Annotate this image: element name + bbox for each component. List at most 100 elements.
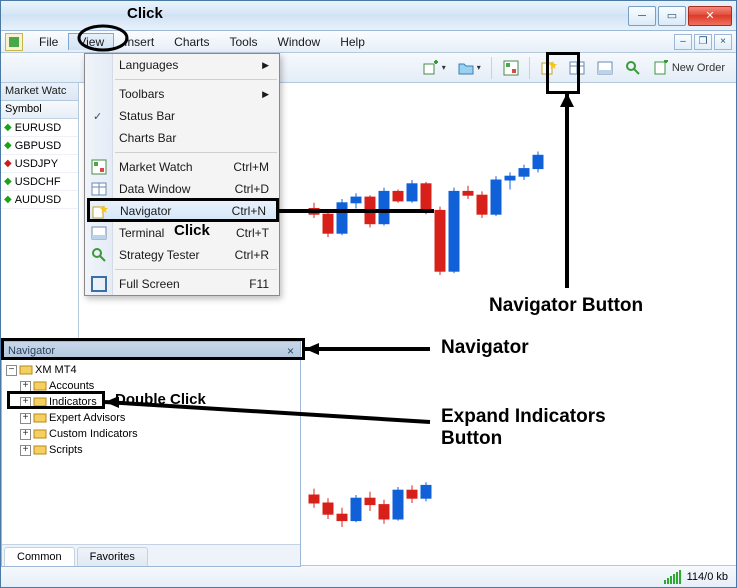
- tree-item-custom-indicators[interactable]: + Custom Indicators: [20, 426, 298, 442]
- submenu-arrow-icon: ▶: [262, 60, 279, 71]
- market-watch-row[interactable]: ◆USDJPY: [1, 155, 78, 173]
- menu-charts[interactable]: Charts: [164, 33, 219, 51]
- shortcut: Ctrl+R: [235, 248, 279, 262]
- menu-view[interactable]: View: [68, 33, 114, 50]
- market-watch-row[interactable]: ◆GBPUSD: [1, 137, 78, 155]
- tree-expand-button[interactable]: +: [20, 445, 31, 456]
- tbtn-strategy-tester[interactable]: [620, 57, 646, 79]
- tree-item-accounts[interactable]: + Accounts: [20, 378, 298, 394]
- view-strategy-tester[interactable]: Strategy Tester Ctrl+R: [85, 244, 279, 266]
- tree-expand-button[interactable]: +: [20, 429, 31, 440]
- tree-item-scripts[interactable]: + Scripts: [20, 442, 298, 458]
- folder-icon: [33, 379, 47, 393]
- close-button[interactable]: ✕: [688, 6, 732, 26]
- shortcut: Ctrl+D: [235, 182, 279, 196]
- shortcut: Ctrl+T: [236, 226, 279, 240]
- navigator-close-button[interactable]: ×: [287, 344, 294, 358]
- mdi-close[interactable]: ×: [714, 34, 732, 50]
- menu-help[interactable]: Help: [330, 33, 375, 51]
- tree-item-label: Expert Advisors: [49, 412, 125, 424]
- plus-chart-icon: [423, 60, 439, 76]
- view-terminal[interactable]: Terminal Ctrl+T: [85, 222, 279, 244]
- minimize-button[interactable]: ─: [628, 6, 656, 26]
- market-watch-row[interactable]: ◆EURUSD: [1, 119, 78, 137]
- status-bar: 114/0 kb: [1, 565, 736, 587]
- view-status-bar-label: Status Bar: [119, 109, 175, 123]
- tree-root[interactable]: − XM MT4: [6, 362, 298, 378]
- view-data-window[interactable]: Data Window Ctrl+D: [85, 178, 279, 200]
- view-terminal-label: Terminal: [119, 226, 164, 240]
- tbtn-navigator[interactable]: [536, 57, 562, 79]
- navigator-tree: − XM MT4 + Accounts + Indicators + Expert Adv…: [2, 360, 300, 544]
- titlebar: ─ ▭ ✕: [1, 1, 736, 31]
- tree-item-expert-advisors[interactable]: + Expert Advisors: [20, 410, 298, 426]
- tree-item-label: Indicators: [49, 396, 97, 408]
- tree-item-label: Custom Indicators: [49, 428, 138, 440]
- data-window-icon: [91, 181, 107, 197]
- view-languages-label: Languages: [119, 58, 178, 72]
- tree-item-indicators[interactable]: + Indicators: [20, 394, 298, 410]
- toolbar-separator: [491, 57, 493, 79]
- symbol-label: EURUSD: [15, 122, 61, 134]
- tbtn-data-window[interactable]: [564, 57, 590, 79]
- tbtn-new-chart[interactable]: ▾: [418, 57, 451, 79]
- tree-item-label: Scripts: [49, 444, 83, 456]
- tab-common[interactable]: Common: [4, 547, 75, 566]
- tbtn-profiles[interactable]: ▾: [453, 57, 486, 79]
- folder-icon: [33, 395, 47, 409]
- view-market-watch-label: Market Watch: [119, 160, 193, 174]
- tree-item-label: Accounts: [49, 380, 94, 392]
- folder-icon: [33, 427, 47, 441]
- connection-bars-icon: [664, 570, 681, 584]
- tree-expand-button[interactable]: +: [20, 413, 31, 424]
- view-toolbars[interactable]: Toolbars ▶: [85, 83, 279, 105]
- tree-collapse-button[interactable]: −: [6, 365, 17, 376]
- arrow-up-icon: ◆: [4, 194, 12, 205]
- arrow-up-icon: ◆: [4, 122, 12, 133]
- view-navigator[interactable]: Navigator Ctrl+N: [87, 200, 277, 222]
- menu-file[interactable]: File: [29, 33, 68, 51]
- tbtn-new-order[interactable]: New Order: [648, 57, 730, 79]
- toolbar-separator: [529, 57, 531, 79]
- mdi-restore[interactable]: ❐: [694, 34, 712, 50]
- view-full-screen[interactable]: Full Screen F11: [85, 273, 279, 295]
- market-watch-title: Market Watc: [1, 83, 78, 101]
- market-watch-row[interactable]: ◆USDCHF: [1, 173, 78, 191]
- menu-tools[interactable]: Tools: [220, 33, 268, 51]
- view-strategy-tester-label: Strategy Tester: [119, 248, 199, 262]
- view-navigator-label: Navigator: [120, 204, 171, 218]
- data-window-icon: [569, 60, 585, 76]
- menu-insert[interactable]: Insert: [114, 33, 164, 51]
- folder-icon: [458, 60, 474, 76]
- navigator-star-icon: [541, 60, 557, 76]
- view-status-bar[interactable]: ✓ Status Bar: [85, 105, 279, 127]
- server-icon: [19, 363, 33, 377]
- maximize-button[interactable]: ▭: [658, 6, 686, 26]
- tree-expand-button[interactable]: +: [20, 397, 31, 408]
- view-languages[interactable]: Languages ▶: [85, 54, 279, 76]
- dropdown-separator: [115, 152, 277, 153]
- arrow-down-icon: ◆: [4, 158, 12, 169]
- mdi-controls: – ❐ ×: [674, 34, 736, 50]
- new-order-icon: [653, 60, 669, 76]
- symbol-label: USDJPY: [15, 158, 58, 170]
- tab-favorites[interactable]: Favorites: [77, 547, 148, 566]
- shortcut: Ctrl+M: [233, 160, 279, 174]
- view-charts-bar[interactable]: Charts Bar: [85, 127, 279, 149]
- tree-expand-button[interactable]: +: [20, 381, 31, 392]
- market-watch-header-symbol[interactable]: Symbol: [1, 101, 78, 119]
- tree-root-label: XM MT4: [35, 364, 77, 376]
- tbtn-market-watch[interactable]: [498, 57, 524, 79]
- menu-window[interactable]: Window: [268, 33, 331, 51]
- navigator-star-icon: [92, 204, 108, 220]
- market-watch-row[interactable]: ◆AUDUSD: [1, 191, 78, 209]
- arrow-up-icon: ◆: [4, 140, 12, 151]
- new-order-label: New Order: [672, 62, 725, 74]
- view-market-watch[interactable]: Market Watch Ctrl+M: [85, 156, 279, 178]
- chevron-down-icon: ▾: [442, 63, 446, 72]
- tbtn-terminal[interactable]: [592, 57, 618, 79]
- mdi-minimize[interactable]: –: [674, 34, 692, 50]
- magnifier-icon: [91, 247, 107, 263]
- shortcut: F11: [249, 277, 279, 291]
- check-icon: ✓: [93, 110, 102, 123]
